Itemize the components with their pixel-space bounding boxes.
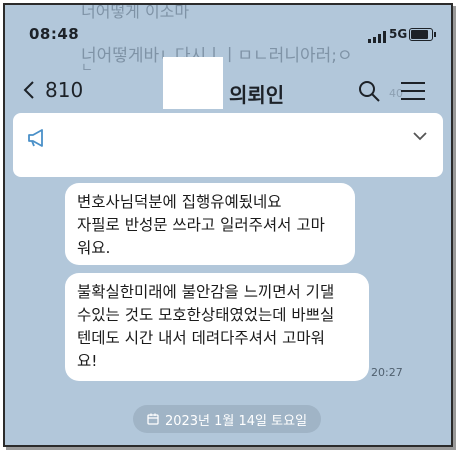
date-divider: 2023년 1월 14일 토요일 (133, 405, 321, 433)
date-label: 2023년 1월 14일 토요일 (164, 413, 308, 429)
message-line: 텐데도 시간 내서 데려다주셔서 고마워 (77, 329, 325, 347)
message-line: 워요. (77, 239, 111, 257)
megaphone-icon (28, 129, 43, 147)
message-line: 불확실한미래에 불안감을 느끼면서 기댈 (77, 283, 335, 301)
message-bubble: 변호사님덕분에 집행유예됬네요 자필로 반성문 쓰라고 일러주셔서 고마 워요. (65, 183, 355, 265)
message-line: 자필로 반성문 쓰라고 일러주셔서 고마 (77, 216, 325, 234)
message-line: 수있는 것도 모호한상태였었는데 바쁘실 (77, 306, 335, 324)
notice-banner[interactable] (13, 113, 443, 177)
search-icon[interactable] (357, 79, 381, 103)
chat-header: 810 의뢰인 (5, 57, 451, 115)
back-button[interactable]: 810 (19, 70, 83, 110)
network-type: 5G (389, 27, 408, 41)
battery-icon (409, 28, 436, 41)
status-time: 08:48 (29, 25, 80, 43)
chat-screen: 너어떻게 이소마 너어떻게바ㄴ다시ㅣㅣㅁㄴ러니아러;ㅇ ㄴ 40 08:48 5… (3, 3, 453, 447)
message-time: 20:27 (371, 366, 403, 379)
redacted-name-mask (163, 57, 223, 109)
chevron-down-icon[interactable] (413, 131, 427, 141)
message-line: 요! (77, 352, 98, 370)
unread-count: 810 (45, 78, 84, 102)
menu-icon[interactable] (401, 81, 425, 101)
message-bubble: 불확실한미래에 불안감을 느끼면서 기댈 수있는 것도 모호한상태였었는데 바쁘… (65, 273, 369, 381)
message-line: 변호사님덕분에 집행유예됬네요 (77, 193, 282, 211)
status-bar: 08:48 5G (5, 5, 451, 43)
calendar-icon (147, 413, 159, 425)
chat-title: 의뢰인 (229, 83, 285, 107)
signal-icon (368, 31, 386, 43)
back-arrow-icon (23, 81, 34, 99)
